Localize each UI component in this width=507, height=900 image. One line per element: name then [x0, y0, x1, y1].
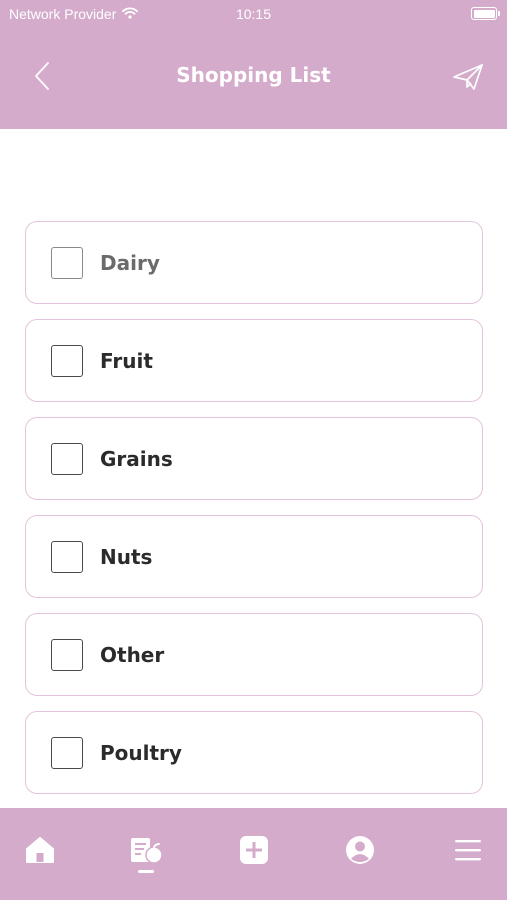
battery-icon: [471, 7, 500, 20]
nav-menu-button[interactable]: [448, 832, 488, 872]
list-item-dairy[interactable]: Dairy: [25, 221, 483, 304]
item-label: Fruit: [100, 348, 153, 373]
item-label: Other: [100, 642, 165, 667]
item-label: Dairy: [100, 250, 160, 275]
active-nav-indicator: [138, 870, 154, 873]
checkbox[interactable]: [51, 246, 83, 279]
page-title: Shopping List: [176, 63, 331, 87]
checkbox[interactable]: [51, 540, 83, 573]
bottom-nav: [0, 808, 507, 900]
home-icon: [25, 836, 55, 868]
list-item-nuts[interactable]: Nuts: [25, 515, 483, 598]
status-time: 10:15: [235, 6, 272, 22]
checkbox[interactable]: [51, 638, 83, 671]
list-item-grains[interactable]: Grains: [25, 417, 483, 500]
list-item-other[interactable]: Other: [25, 613, 483, 696]
item-label: Grains: [100, 446, 173, 471]
checkbox[interactable]: [51, 442, 83, 475]
item-label: Poultry: [100, 740, 182, 765]
grocery-list-icon: [129, 835, 163, 869]
paper-plane-icon: [452, 63, 484, 95]
send-button[interactable]: [451, 62, 485, 96]
menu-icon: [454, 838, 482, 866]
add-icon: [239, 835, 269, 869]
category-list: Dairy Fruit Grains Nuts Other Poultry: [25, 221, 483, 900]
nav-add-button[interactable]: [234, 832, 274, 872]
status-bar: Network Provider 10:15: [0, 0, 507, 28]
nav-profile-button[interactable]: [340, 832, 380, 872]
nav-grocery-list-button[interactable]: [126, 832, 166, 872]
checkbox[interactable]: [51, 344, 83, 377]
nav-home-button[interactable]: [20, 832, 60, 872]
app-header: Network Provider 10:15 Shopping List: [0, 0, 507, 129]
list-item-poultry[interactable]: Poultry: [25, 711, 483, 794]
profile-icon: [345, 835, 375, 869]
checkbox[interactable]: [51, 736, 83, 769]
list-item-fruit[interactable]: Fruit: [25, 319, 483, 402]
item-label: Nuts: [100, 544, 153, 569]
